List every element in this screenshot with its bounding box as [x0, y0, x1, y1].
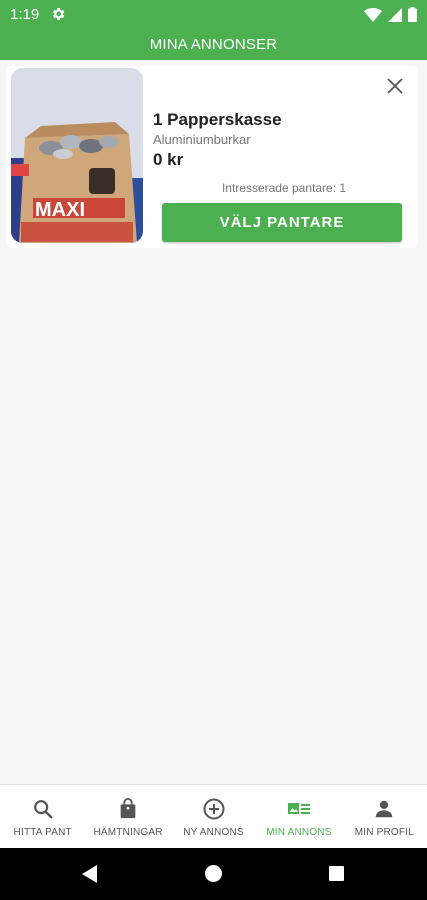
interested-count: Intresserade pantare: 1 [221, 181, 347, 195]
listing-card-icon [287, 797, 311, 821]
status-bar: 1:19 [0, 0, 427, 30]
app-bar: MINA ANNONSER [0, 30, 427, 60]
select-collector-button[interactable]: VÄLJ PANTARE [162, 203, 402, 242]
wifi-icon [364, 7, 382, 22]
home-icon[interactable] [205, 865, 222, 882]
settings-gear-icon [53, 8, 65, 20]
nav-item-min-profil[interactable]: MIN PROFIL [342, 785, 427, 848]
back-icon[interactable] [82, 865, 98, 883]
nav-item-hitta-pant[interactable]: HITTA PANT [0, 785, 85, 848]
battery-icon [408, 7, 417, 22]
person-icon [372, 797, 396, 821]
nav-label: HÄMTNINGAR [93, 827, 163, 838]
listings-container: MAXI 1 Papperskasse Aluminiumburkar 0 kr… [0, 60, 427, 784]
listing-subtitle: Aluminiumburkar [153, 132, 251, 147]
nav-item-ny-annons[interactable]: NY ANNONS [171, 785, 256, 848]
system-nav-bar [0, 848, 427, 900]
listing-card[interactable]: MAXI 1 Papperskasse Aluminiumburkar 0 kr… [6, 66, 418, 248]
nav-label: MIN ANNONS [266, 827, 332, 838]
status-icons [364, 7, 417, 22]
nav-label: NY ANNONS [183, 827, 244, 838]
page-title: MINA ANNONSER [149, 36, 278, 53]
close-icon [387, 78, 403, 94]
nav-label: MIN PROFIL [354, 827, 414, 838]
listing-photo[interactable]: MAXI [11, 68, 143, 243]
bag-logo-text: MAXI [35, 199, 85, 221]
bottom-nav: HITTA PANT HÄMTNINGAR NY ANNONS MIN ANNO… [0, 784, 427, 848]
recents-icon[interactable] [329, 866, 344, 881]
paper-bag-photo: MAXI [11, 68, 143, 243]
listing-title: 1 Papperskasse [153, 110, 282, 129]
status-time: 1:19 [10, 6, 40, 23]
nav-item-hamtningar[interactable]: HÄMTNINGAR [85, 785, 170, 848]
add-circle-icon [202, 797, 226, 821]
shopping-bag-icon [116, 797, 140, 821]
search-icon [31, 797, 55, 821]
cellular-signal-icon [388, 7, 402, 22]
nav-item-min-annons[interactable]: MIN ANNONS [256, 785, 341, 848]
close-button[interactable] [384, 75, 406, 97]
nav-label: HITTA PANT [13, 827, 72, 838]
listing-price: 0 kr [153, 150, 184, 169]
